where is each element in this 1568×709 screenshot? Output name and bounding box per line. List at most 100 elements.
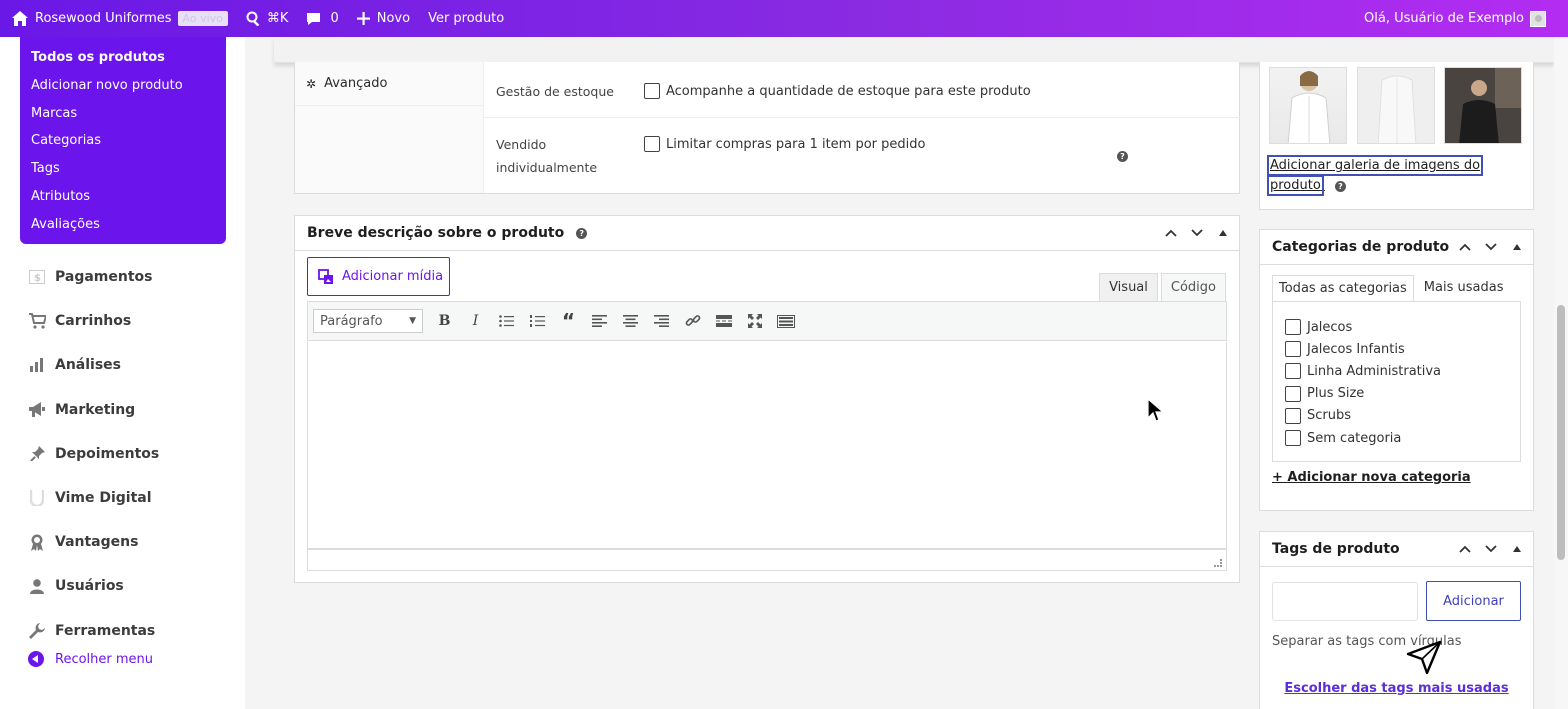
move-down-icon[interactable] [1189, 225, 1205, 241]
greeting: Olá, Usuário de Exemplo [1364, 11, 1524, 26]
category-checkbox[interactable] [1285, 385, 1301, 402]
keyboard-icon[interactable] [770, 309, 801, 333]
submenu-item-categories[interactable]: Categorias [20, 130, 226, 158]
account-menu[interactable]: Olá, Usuário de Exemplo [1364, 0, 1546, 37]
bullet-list-icon[interactable] [491, 309, 522, 333]
sidebar-item-tools[interactable]: Ferramentas [28, 609, 159, 653]
collapse-menu-button[interactable]: Recolher menu [28, 651, 153, 667]
stock-management-checkbox[interactable] [644, 83, 660, 99]
gallery-thumbnail-1[interactable] [1269, 67, 1347, 144]
view-product-link[interactable]: Ver produto [428, 11, 504, 26]
submenu-item-brands[interactable]: Marcas [20, 103, 226, 131]
comments-count: 0 [330, 11, 339, 26]
admin-sidebar: Todos os produtos Adicionar novo produto… [0, 37, 245, 709]
sidebar-item-vime-digital[interactable]: Vime Digital [28, 476, 159, 520]
category-checkbox[interactable] [1285, 319, 1301, 336]
sidebar-item-payments[interactable]: $ Pagamentos [28, 255, 159, 299]
blockquote-icon[interactable]: “ [553, 309, 584, 333]
scrollbar-thumb[interactable] [1557, 305, 1565, 560]
list-item[interactable]: Linha Administrativa [1273, 360, 1520, 382]
resize-handle-icon[interactable] [1214, 559, 1222, 567]
add-media-button[interactable]: Adicionar mídia [307, 257, 450, 296]
align-left-icon[interactable] [584, 309, 615, 333]
fullscreen-icon[interactable] [739, 309, 770, 333]
submenu-item-tags[interactable]: Tags [20, 158, 226, 186]
tab-advanced[interactable]: ✲ Avançado [295, 62, 483, 106]
gear-icon: ✲ [306, 76, 317, 91]
move-up-icon[interactable] [1457, 541, 1473, 557]
comment-icon [306, 12, 321, 26]
add-gallery-images-link[interactable]: Adicionar galeria de imagens do produto … [1266, 155, 1510, 196]
numbered-list-icon[interactable] [522, 309, 553, 333]
panel-controls [1457, 541, 1525, 557]
category-label: Jalecos Infantis [1307, 341, 1405, 357]
new-content-link[interactable]: Novo [356, 11, 410, 26]
help-icon[interactable]: ? [1117, 151, 1128, 162]
help-icon[interactable]: ? [1334, 181, 1346, 192]
category-checkbox[interactable] [1285, 363, 1301, 380]
main-menu: $ Pagamentos Carrinhos Análises Marketin… [28, 255, 159, 653]
bold-icon[interactable]: B [429, 309, 460, 333]
align-right-icon[interactable] [646, 309, 677, 333]
sidebar-item-testimonials[interactable]: Depoimentos [28, 432, 159, 476]
site-name: Rosewood Uniformes [35, 11, 172, 26]
categories-title: Categorias de produto [1272, 239, 1450, 255]
tab-all-categories[interactable]: Todas as categorias [1272, 275, 1414, 302]
site-home-link[interactable]: Rosewood Uniformes Ao vivo [12, 11, 228, 26]
collapse-panel-icon[interactable] [1215, 225, 1231, 241]
tag-input[interactable] [1272, 582, 1418, 621]
list-item[interactable]: Scrubs [1273, 405, 1520, 427]
page-scrollbar[interactable] [1554, 37, 1568, 709]
comments-link[interactable]: 0 [306, 11, 339, 26]
sidebar-item-users[interactable]: Usuários [28, 564, 159, 608]
pin-icon [28, 445, 46, 463]
category-checkbox[interactable] [1285, 430, 1301, 447]
submenu-item-all-products[interactable]: Todos os produtos [20, 47, 226, 75]
sidebar-item-perks[interactable]: Vantagens [28, 520, 159, 564]
link-icon[interactable] [677, 309, 708, 333]
format-select[interactable]: Parágrafo ▼ [313, 309, 423, 333]
add-tag-button[interactable]: Adicionar [1426, 581, 1521, 621]
help-icon[interactable]: ? [576, 227, 588, 239]
sidebar-item-carts[interactable]: Carrinhos [28, 299, 159, 343]
panel-controls [1457, 239, 1525, 255]
tab-visual[interactable]: Visual [1099, 273, 1158, 301]
most-used-tags-link[interactable]: Escolher das tags mais usadas [1260, 681, 1533, 696]
move-up-icon[interactable] [1163, 225, 1179, 241]
category-checkbox[interactable] [1285, 407, 1301, 424]
add-gallery-images-link-line2: produto [1267, 175, 1324, 196]
italic-icon[interactable]: I [460, 309, 491, 333]
award-icon [28, 533, 46, 551]
add-new-category-link[interactable]: + Adicionar nova categoria [1272, 470, 1471, 485]
read-more-icon[interactable] [708, 309, 739, 333]
gallery-thumbnail-2[interactable] [1357, 67, 1435, 144]
home-icon [12, 11, 28, 26]
submenu-item-reviews[interactable]: Avaliações [20, 214, 226, 242]
move-down-icon[interactable] [1483, 541, 1499, 557]
submenu-item-add-product[interactable]: Adicionar novo produto [20, 75, 226, 103]
sidebar-item-marketing[interactable]: Marketing [28, 388, 159, 432]
list-item[interactable]: Plus Size [1273, 383, 1520, 405]
collapse-panel-icon[interactable] [1509, 541, 1525, 557]
list-item[interactable]: Sem categoria [1273, 427, 1520, 449]
tab-code[interactable]: Código [1160, 273, 1226, 301]
submenu-item-attributes[interactable]: Atributos [20, 186, 226, 214]
category-tabs: Todas as categorias Mais usadas [1272, 275, 1509, 302]
search-shortcut[interactable]: ⌘K [246, 11, 288, 26]
align-center-icon[interactable] [615, 309, 646, 333]
sidebar-item-analytics[interactable]: Análises [28, 343, 159, 387]
collapse-panel-icon[interactable] [1509, 239, 1525, 255]
category-checkbox[interactable] [1285, 341, 1301, 358]
product-gallery-panel: Adicionar galeria de imagens do produto … [1259, 62, 1534, 210]
tab-most-used[interactable]: Mais usadas [1418, 275, 1510, 302]
sidebar-item-label: Usuários [55, 578, 124, 595]
move-down-icon[interactable] [1483, 239, 1499, 255]
product-categories-panel: Categorias de produto Todas as categoria… [1259, 229, 1534, 511]
move-up-icon[interactable] [1457, 239, 1473, 255]
list-item[interactable]: Jalecos Infantis [1273, 338, 1520, 360]
short-description-editor[interactable] [307, 342, 1227, 549]
gallery-thumbnail-3[interactable] [1444, 67, 1522, 144]
list-item[interactable]: Jalecos [1273, 316, 1520, 338]
sold-individually-checkbox[interactable] [644, 136, 660, 152]
collapse-menu-label: Recolher menu [55, 651, 154, 667]
